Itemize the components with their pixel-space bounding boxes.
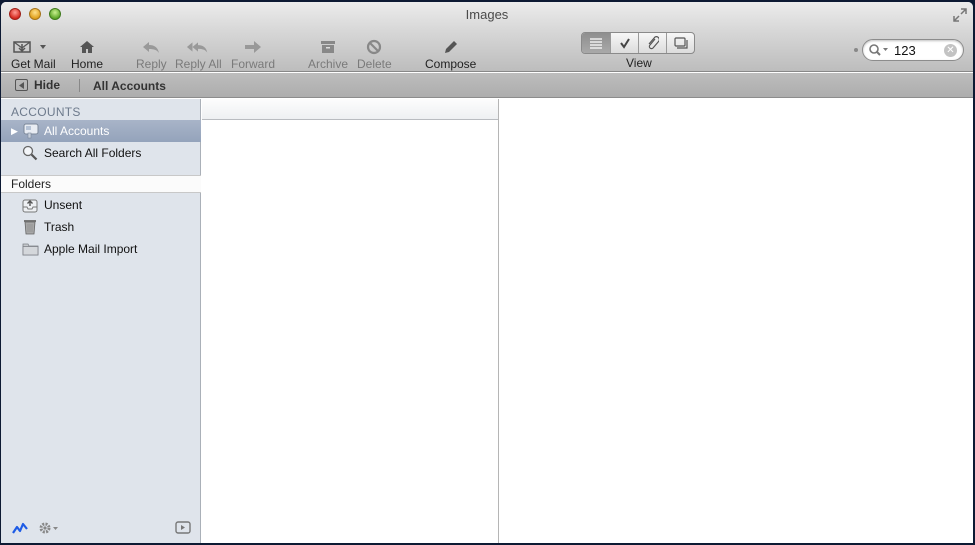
get-mail-label: Get Mail: [11, 57, 56, 71]
archive-icon: [321, 40, 335, 53]
compose-label: Compose: [425, 57, 477, 71]
search-icon[interactable]: [868, 43, 890, 57]
fullscreen-icon[interactable]: [953, 8, 967, 22]
window-icon: [673, 37, 688, 49]
accounts-header: ACCOUNTS: [11, 105, 81, 119]
activity-icon[interactable]: [12, 522, 28, 534]
search-options-handle[interactable]: [854, 48, 858, 52]
view-label: View: [626, 56, 652, 70]
gear-icon[interactable]: [38, 521, 60, 535]
paperclip-icon: [648, 36, 659, 50]
trash-icon: [21, 219, 39, 235]
view-flagged-button[interactable]: [610, 33, 638, 53]
reply-all-icon: [187, 41, 208, 53]
favorites-bar: Hide All Accounts: [1, 73, 973, 98]
view-attachments-button[interactable]: [638, 33, 666, 53]
sidebar-item-label: Unsent: [44, 198, 83, 212]
reply-icon: [143, 41, 160, 53]
sidebar-item-label: Search All Folders: [44, 146, 142, 160]
view-conversation-button[interactable]: [666, 33, 694, 53]
pencil-icon: [444, 40, 457, 53]
delete-label: Delete: [357, 57, 392, 71]
delete-icon: [367, 39, 382, 54]
delete-button[interactable]: Delete: [357, 38, 392, 71]
home-icon: [80, 40, 94, 53]
sidebar-item-search-all-folders[interactable]: Search All Folders: [1, 142, 201, 164]
folders-header: Folders: [1, 175, 201, 193]
list-icon: [590, 38, 602, 49]
sidebar-item-unsent[interactable]: Unsent: [1, 194, 201, 216]
search-input[interactable]: [894, 42, 940, 58]
clear-search-icon[interactable]: ✕: [944, 44, 957, 57]
sidebar-item-apple-mail-import[interactable]: Apple Mail Import: [1, 238, 201, 260]
forward-button[interactable]: Forward: [231, 38, 275, 71]
sidebar: ACCOUNTS ▶ All Accounts Search All Folde…: [1, 99, 201, 543]
sidebar-item-label: All Accounts: [44, 124, 110, 138]
hide-label: Hide: [34, 78, 61, 92]
outbox-icon: [21, 197, 39, 213]
message-list-header[interactable]: [202, 99, 498, 120]
sidebar-item-label: Trash: [44, 220, 75, 234]
breadcrumb-all-accounts[interactable]: All Accounts: [93, 79, 166, 93]
search-field[interactable]: ✕: [862, 39, 964, 61]
reply-label: Reply: [136, 57, 167, 71]
home-label: Home: [71, 57, 104, 71]
get-mail-button[interactable]: Get Mail: [11, 38, 56, 71]
forward-label: Forward: [231, 57, 276, 71]
search-icon: [21, 145, 39, 161]
hide-button[interactable]: Hide: [15, 78, 60, 92]
get-mail-icon: [13, 40, 32, 53]
message-preview-pane: [500, 99, 973, 543]
folder-icon: [21, 241, 39, 257]
view-list-button[interactable]: [582, 33, 610, 53]
sidebar-item-label: Apple Mail Import: [44, 242, 138, 256]
archive-label: Archive: [308, 57, 349, 71]
reply-all-label: Reply All: [175, 57, 222, 71]
view-segmented-control: [581, 32, 695, 54]
accounts-icon: [21, 123, 39, 139]
home-button[interactable]: Home: [71, 38, 103, 71]
subbar-divider: [79, 79, 80, 92]
reply-button[interactable]: Reply: [136, 38, 167, 71]
sidebar-bottom-bar: [1, 515, 201, 543]
forward-icon: [245, 40, 261, 53]
sidebar-item-all-accounts[interactable]: ▶ All Accounts: [1, 120, 201, 142]
sidebar-item-trash[interactable]: Trash: [1, 216, 201, 238]
mail-window: Images Get Mail Home Reply Reply All For…: [1, 2, 973, 543]
hide-sidebar-icon: [15, 79, 28, 91]
message-list[interactable]: [202, 99, 499, 543]
toolbar: Images Get Mail Home Reply Reply All For…: [1, 2, 973, 72]
checkmark-icon: [619, 38, 630, 49]
disclosure-triangle-icon[interactable]: ▶: [11, 126, 21, 137]
chevron-down-icon[interactable]: [39, 44, 47, 50]
show-preview-icon[interactable]: [175, 521, 191, 534]
window-title: Images: [465, 7, 509, 22]
reply-all-button[interactable]: Reply All: [175, 38, 222, 71]
archive-button[interactable]: Archive: [308, 38, 348, 71]
compose-button[interactable]: Compose: [425, 38, 476, 71]
